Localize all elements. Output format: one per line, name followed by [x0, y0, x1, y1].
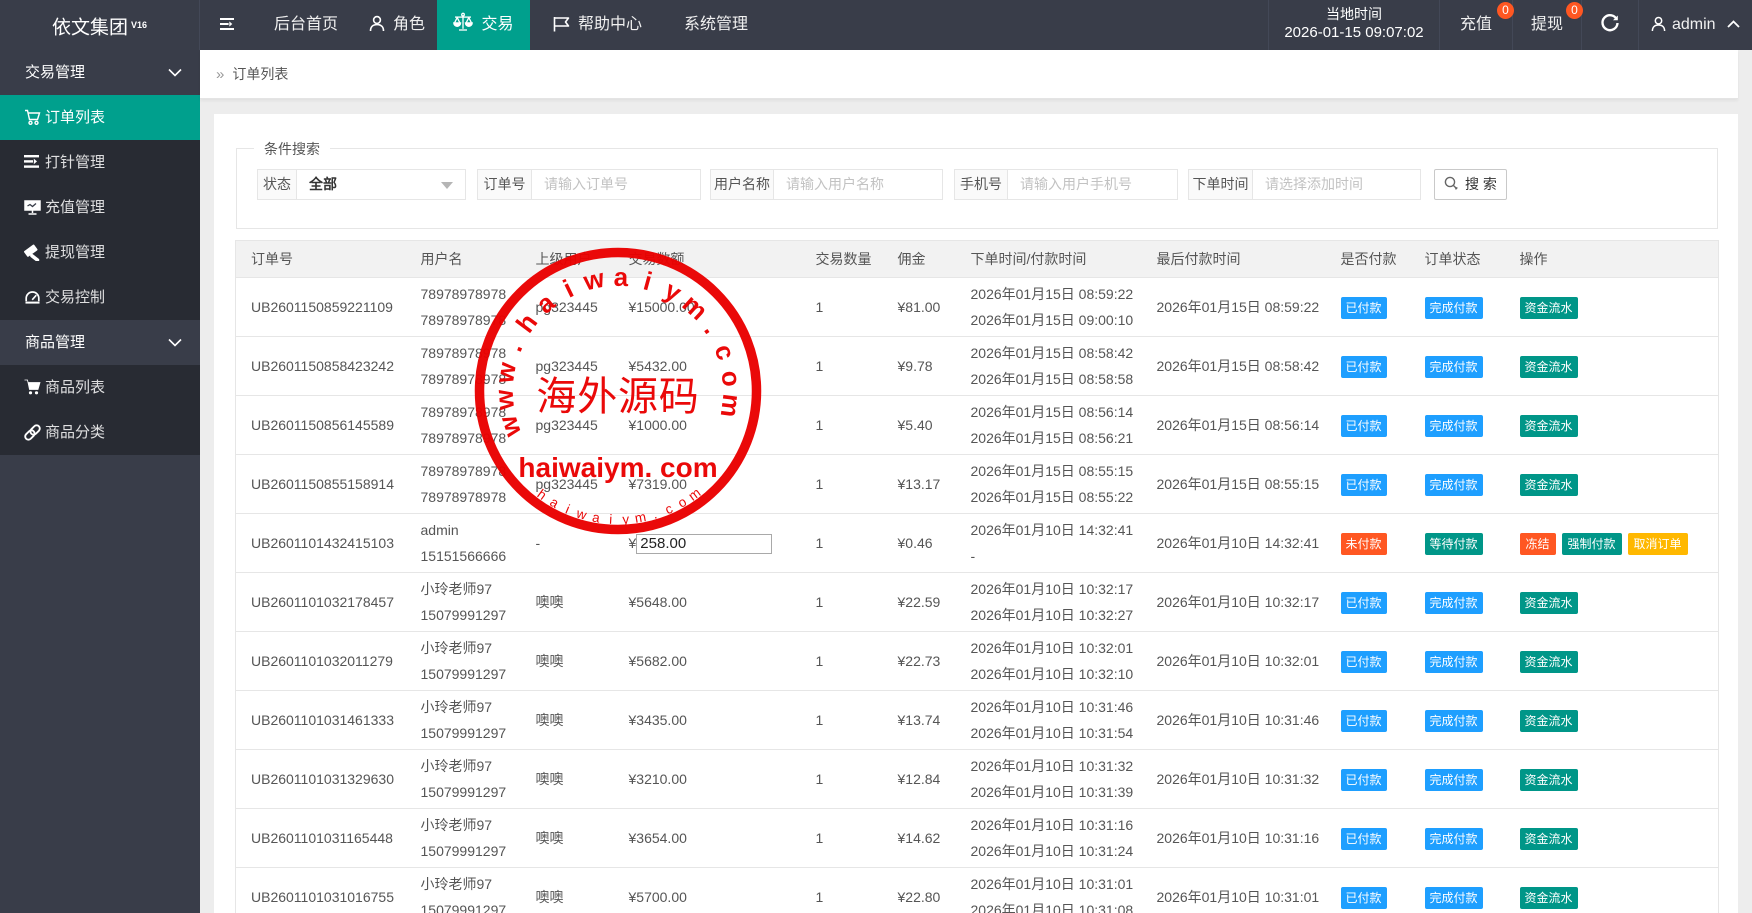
svg-text:i: i [640, 266, 655, 297]
svg-text:i: i [558, 273, 578, 303]
svg-text:c: c [709, 340, 742, 364]
svg-text:a: a [591, 510, 601, 526]
svg-text:海外源码: 海外源码 [536, 374, 699, 419]
svg-text:c: c [663, 501, 675, 518]
svg-text:i: i [563, 502, 572, 517]
svg-text:o: o [716, 369, 748, 388]
svg-text:w: w [580, 263, 608, 297]
svg-text:i: i [609, 512, 613, 527]
svg-text:haiwaiym. com: haiwaiym. com [518, 452, 717, 483]
svg-text:w: w [489, 359, 522, 386]
svg-text:.: . [651, 506, 659, 521]
svg-text:w: w [489, 388, 521, 412]
svg-text:m: m [677, 288, 714, 326]
svg-text:a: a [613, 262, 629, 292]
svg-text:y: y [622, 512, 630, 527]
svg-text:.: . [498, 337, 528, 355]
svg-text:m: m [715, 392, 748, 419]
svg-text:h: h [510, 308, 544, 339]
svg-text:m: m [634, 509, 648, 526]
svg-text:.: . [698, 316, 727, 339]
svg-text:w: w [574, 505, 589, 522]
svg-text:a: a [530, 287, 561, 320]
svg-text:w: w [492, 411, 527, 441]
